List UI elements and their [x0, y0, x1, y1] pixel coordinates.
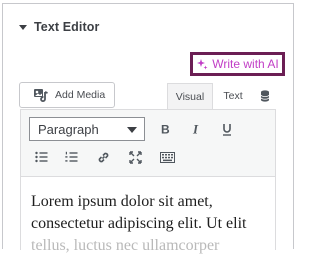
section-header[interactable]: Text Editor — [19, 18, 99, 36]
add-media-button[interactable]: Add Media — [19, 82, 115, 108]
editor-toolbar: Paragraph B I — [21, 110, 275, 177]
section-title: Text Editor — [34, 20, 100, 34]
write-with-ai-button[interactable]: Write with AI — [190, 52, 285, 76]
tab-text[interactable]: Text — [214, 83, 252, 109]
tab-visual[interactable]: Visual — [167, 83, 213, 110]
content-line: consectetur adipiscing elit. Ut elit — [31, 215, 247, 232]
add-media-label: Add Media — [55, 89, 106, 101]
svg-text:I: I — [192, 123, 199, 135]
format-select-value: Paragraph — [38, 121, 99, 137]
editor-content[interactable]: Lorem ipsum dolor sit amet, consectetur … — [31, 191, 271, 257]
dropdown-arrow-icon — [127, 127, 137, 133]
media-icon — [34, 88, 48, 102]
database-icon[interactable] — [253, 83, 277, 109]
content-line: Lorem ipsum dolor sit amet, — [31, 193, 213, 210]
caret-down-icon[interactable] — [19, 24, 27, 30]
underline-icon[interactable] — [216, 118, 238, 140]
bold-icon[interactable]: B — [154, 118, 176, 140]
link-icon[interactable] — [92, 146, 114, 168]
content-line: tellus, luctus nec ullamcorper — [31, 237, 220, 254]
bullet-list-icon[interactable] — [30, 146, 52, 168]
numbered-list-icon[interactable] — [60, 146, 82, 168]
format-select[interactable]: Paragraph — [29, 117, 145, 141]
sparkle-icon — [197, 59, 208, 70]
write-with-ai-label: Write with AI — [212, 57, 279, 71]
italic-icon[interactable]: I — [185, 118, 207, 140]
fullscreen-icon[interactable] — [124, 146, 146, 168]
keyboard-icon[interactable] — [156, 146, 178, 168]
svg-text:B: B — [161, 123, 170, 135]
wysiwyg-editor: Paragraph B I Lorem ipsum dolor sit amet… — [20, 109, 276, 254]
